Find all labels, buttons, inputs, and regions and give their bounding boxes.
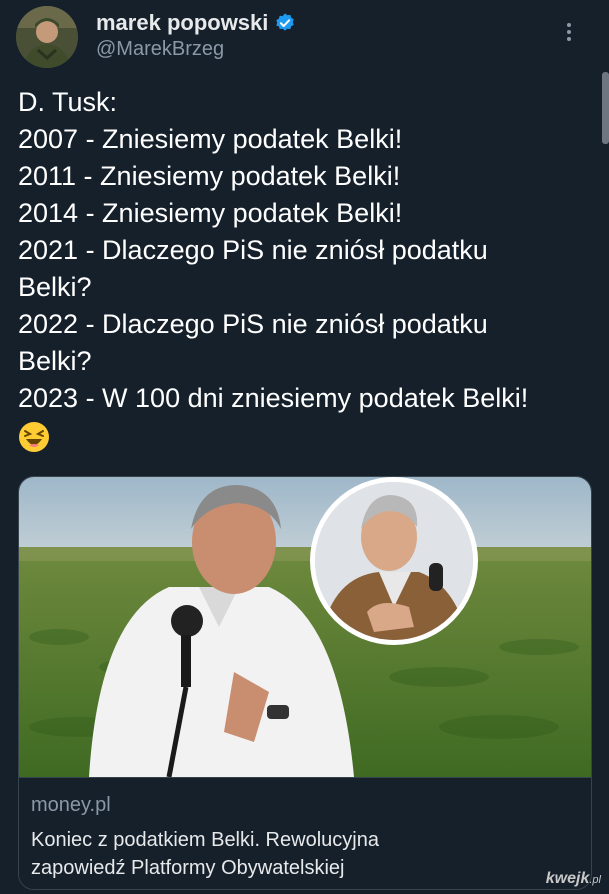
tweet-line: 2007 - Zniesiemy podatek Belki! [18, 124, 403, 154]
avatar-image [16, 6, 78, 68]
tweet-line: 2023 - W 100 dni zniesiemy podatek Belki… [18, 383, 529, 413]
laughing-face-icon [19, 421, 49, 452]
tweet-line: 2021 - Dlaczego PiS nie zniósł podatku [18, 235, 488, 265]
tweet-line-emoji [18, 417, 588, 454]
name-row: marek popowski [96, 10, 296, 36]
tweet-line: Belki? [18, 272, 92, 302]
link-card-domain: money.pl [31, 794, 111, 816]
tweet-line: 2011 - Zniesiemy podatek Belki! [18, 161, 401, 191]
handle[interactable]: @MarekBrzeg [96, 38, 224, 61]
tweet-header: marek popowski @MarekBrzeg [16, 6, 593, 70]
tweet-line: 2014 - Zniesiemy podatek Belki! [18, 198, 403, 228]
avatar[interactable] [16, 6, 78, 68]
display-name[interactable]: marek popowski [96, 10, 268, 36]
more-options-icon[interactable] [557, 20, 581, 50]
watermark-text: kwejk [545, 870, 590, 887]
link-card-title-line: Koniec z podatkiem Belki. Rewolucyjna [31, 829, 379, 851]
scrollbar[interactable] [602, 72, 609, 144]
watermark-suffix: .pl [589, 874, 601, 886]
tweet-text: D. Tusk: 2007 - Zniesiemy podatek Belki!… [18, 84, 588, 454]
link-card-title: Koniec z podatkiem Belki. Rewolucyjna za… [31, 826, 571, 882]
link-card-title-line: zapowiedź Platformy Obywatelskiej [31, 857, 345, 879]
link-card-image[interactable] [19, 477, 591, 777]
tweet-line: 2022 - Dlaczego PiS nie zniósł podatku [18, 309, 488, 339]
verified-badge-icon [276, 13, 295, 31]
link-card[interactable]: money.pl Koniec z podatkiem Belki. Rewol… [18, 476, 592, 890]
tweet-line: Belki? [18, 346, 92, 376]
watermark-logo: kwejk.pl [546, 870, 601, 888]
link-card-meta[interactable]: money.pl Koniec z podatkiem Belki. Rewol… [19, 777, 591, 889]
tweet-line: D. Tusk: [18, 87, 118, 117]
